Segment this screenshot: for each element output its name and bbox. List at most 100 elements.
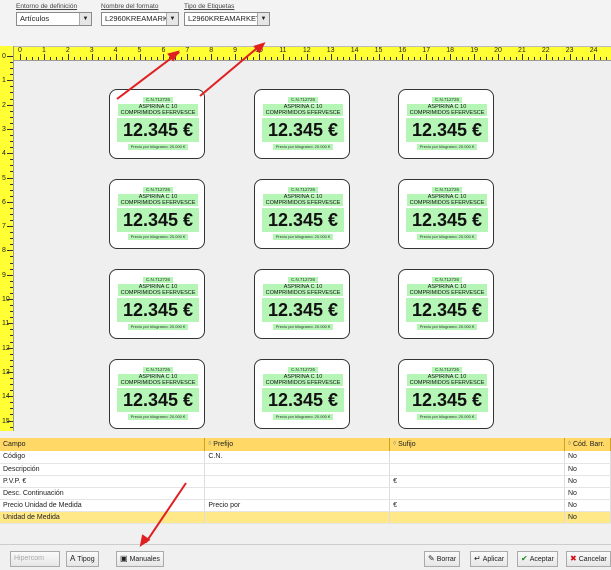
- cell-prefijo[interactable]: [204, 487, 391, 500]
- cell-sufijo[interactable]: [389, 511, 565, 524]
- cell-prefijo[interactable]: Precio por: [204, 499, 391, 512]
- label-price-per-kg: Precio por kilogramo: 20.000 €: [128, 144, 188, 150]
- price-label-card[interactable]: C.N.712726 ASPIRINA C 10 COMPRIMIDOS EFER…: [398, 179, 494, 249]
- price-label-card[interactable]: C.N.712726 ASPIRINA C 10 COMPRIMIDOS EFER…: [398, 359, 494, 429]
- ruler-tick: [10, 317, 13, 319]
- ruler-tick: [533, 57, 535, 60]
- price-label-card[interactable]: C.N.712726 ASPIRINA C 10 COMPRIMIDOS EFER…: [254, 179, 350, 249]
- price-label-card[interactable]: C.N.712726 ASPIRINA C 10 COMPRIMIDOS EFER…: [398, 89, 494, 159]
- label-cn: C.N.712726: [432, 367, 462, 373]
- ruler-number: 0: [18, 47, 22, 54]
- ruler-number: 3: [2, 125, 6, 133]
- cell-cod-barr[interactable]: No: [564, 463, 611, 476]
- table-row[interactable]: Desc. Continuación No: [0, 487, 611, 500]
- price-label-card[interactable]: C.N.712726 ASPIRINA C 10 COMPRIMIDOS EFER…: [254, 359, 350, 429]
- ruler-number: 12: [302, 47, 311, 54]
- cell-sufijo[interactable]: [389, 451, 565, 464]
- entorno-label: Entorno de definición: [16, 3, 78, 10]
- cell-prefijo[interactable]: C.N.: [204, 451, 391, 464]
- column-header-cod-barr[interactable]: ◊ Cód. Barr.: [564, 438, 611, 451]
- ruler-tick: [605, 57, 607, 60]
- cell-campo[interactable]: Descripción: [0, 463, 206, 476]
- table-row[interactable]: Descripción No: [0, 463, 611, 476]
- tipo-select[interactable]: L2960KREAMARKET ▼: [184, 12, 270, 26]
- table-row[interactable]: P.V.P. € € No: [0, 475, 611, 488]
- table-row-selected[interactable]: Unidad de Medida No: [0, 511, 611, 524]
- chevron-down-icon[interactable]: ▼: [79, 13, 91, 25]
- label-preview-canvas[interactable]: 0 1 2 3 4 5 6 7 8 9 10 11 12 13 14 15 16 17 18 19 20 21 22 23 24…: [14, 46, 611, 431]
- cell-cod-barr[interactable]: No: [564, 475, 611, 488]
- cell-campo[interactable]: P.V.P. €: [0, 475, 206, 488]
- manuales-button[interactable]: ▣ Manuales: [116, 551, 164, 567]
- price-label-card[interactable]: C.N.712726 ASPIRINA C 10 COMPRIMIDOS EFER…: [109, 179, 205, 249]
- cell-cod-barr[interactable]: No: [564, 451, 611, 464]
- tipog-button[interactable]: A Tipog: [66, 551, 99, 567]
- label-cn: C.N.712726: [288, 277, 318, 283]
- ruler-tick: [7, 420, 13, 422]
- aceptar-button[interactable]: ✔ Aceptar: [517, 551, 558, 567]
- entorno-select[interactable]: Artículos ▼: [16, 12, 92, 26]
- formato-select[interactable]: L2960KREAMARKET ▼: [101, 12, 179, 26]
- label-cn: C.N.712726: [143, 97, 173, 103]
- ruler-tick: [515, 57, 517, 60]
- ruler-tick: [10, 408, 13, 410]
- ruler-tick: [10, 238, 13, 240]
- ruler-number: 1: [2, 77, 6, 85]
- label-price-per-kg: Precio por kilogramo: 20.000 €: [417, 144, 477, 150]
- price-label-card[interactable]: C.N.712726 ASPIRINA C 10 COMPRIMIDOS EFER…: [254, 269, 350, 339]
- ruler-tick: [10, 329, 13, 331]
- cell-campo[interactable]: Código: [0, 451, 206, 464]
- ruler-tick: [10, 305, 13, 307]
- column-header-sufijo[interactable]: ◊ Sufijo: [389, 438, 565, 451]
- eraser-icon: ✎: [428, 554, 435, 563]
- aplicar-button[interactable]: ↵ Aplicar: [470, 551, 509, 567]
- ruler-tick: [396, 57, 398, 60]
- price-label-card[interactable]: C.N.712726 ASPIRINA C 10 COMPRIMIDOS EFER…: [109, 89, 205, 159]
- label-product-name: ASPIRINA C 10 COMPRIMIDOS EFERVESCE: [407, 284, 487, 296]
- apply-icon: ↵: [474, 554, 481, 563]
- price-label-card[interactable]: C.N.712726 ASPIRINA C 10 COMPRIMIDOS EFER…: [398, 269, 494, 339]
- ruler-number: 0: [2, 53, 6, 60]
- table-row[interactable]: Código C.N. No: [0, 451, 611, 464]
- hipercom-button[interactable]: Hipercom: [10, 551, 60, 567]
- ruler-number: 2: [65, 47, 70, 54]
- cell-sufijo[interactable]: €: [389, 475, 565, 488]
- ruler-tick: [354, 54, 356, 60]
- cell-cod-barr[interactable]: No: [564, 499, 611, 512]
- borrar-button[interactable]: ✎ Borrar: [424, 551, 461, 567]
- label-cn: C.N.712726: [143, 277, 173, 283]
- cell-sufijo[interactable]: €: [389, 499, 565, 512]
- price-label-card[interactable]: C.N.712726 ASPIRINA C 10 COMPRIMIDOS EFER…: [109, 359, 205, 429]
- price-label-card[interactable]: C.N.712726 ASPIRINA C 10 COMPRIMIDOS EFER…: [254, 89, 350, 159]
- ruler-tick: [282, 54, 284, 60]
- cancelar-button[interactable]: ✖ Cancelar: [566, 551, 611, 567]
- ruler-tick: [7, 323, 13, 325]
- cell-campo[interactable]: Unidad de Medida: [0, 511, 206, 524]
- cell-prefijo[interactable]: [204, 511, 391, 524]
- label-product-name: ASPIRINA C 10 COMPRIMIDOS EFERVESCE: [118, 104, 198, 116]
- ruler-tick: [7, 201, 13, 203]
- ruler-tick: [181, 57, 183, 60]
- price-label-card[interactable]: C.N.712726 ASPIRINA C 10 COMPRIMIDOS EFER…: [109, 269, 205, 339]
- table-row[interactable]: Precio Unidad de Medida Precio por € No: [0, 499, 611, 512]
- cell-prefijo[interactable]: [204, 475, 391, 488]
- ruler-tick: [85, 57, 87, 60]
- cell-prefijo[interactable]: [204, 463, 391, 476]
- cell-cod-barr[interactable]: No: [564, 511, 611, 524]
- column-header-campo[interactable]: Campo: [0, 438, 206, 451]
- chevron-down-icon[interactable]: ▼: [166, 13, 178, 25]
- ruler-number: 11: [279, 47, 287, 54]
- ruler-number: 1: [41, 47, 46, 54]
- cell-cod-barr[interactable]: No: [564, 487, 611, 500]
- ruler-tick: [444, 57, 446, 60]
- label-cn: C.N.712726: [143, 187, 173, 193]
- ruler-tick: [10, 183, 13, 185]
- ruler-tick: [10, 384, 13, 386]
- column-header-prefijo[interactable]: ◊ Prefijo: [204, 438, 391, 451]
- ruler-tick: [121, 57, 123, 60]
- cell-sufijo[interactable]: [389, 463, 565, 476]
- horizontal-ruler: 0 1 2 3 4 5 6 7 8 9 10 11 12 13 14 15 16 17 18 19 20 21 22 23 24: [14, 47, 611, 61]
- cell-sufijo[interactable]: [389, 487, 565, 500]
- ruler-tick: [127, 57, 129, 60]
- chevron-down-icon[interactable]: ▼: [257, 13, 269, 25]
